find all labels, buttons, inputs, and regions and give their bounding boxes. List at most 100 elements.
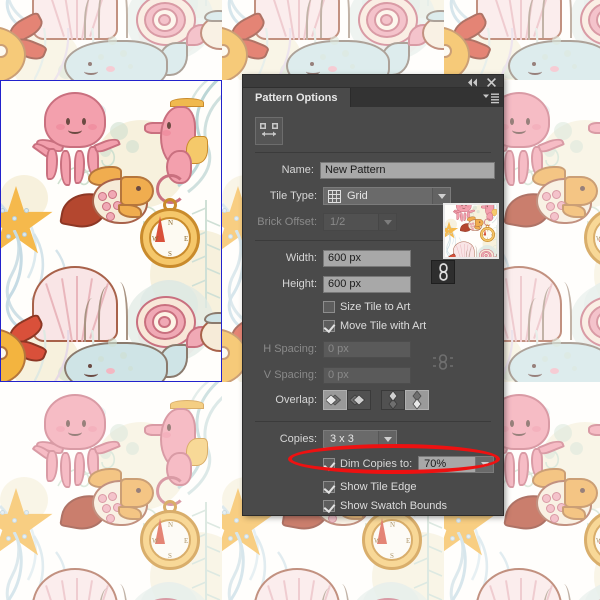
small-fish-fin — [204, 10, 222, 22]
octopus-cheek — [88, 426, 97, 432]
goldfish-eye — [136, 488, 141, 493]
copies-value: 3 x 3 — [330, 433, 354, 445]
compass: NESW — [480, 224, 497, 245]
dim-copies-input[interactable]: 70% — [418, 455, 477, 473]
close-icon[interactable] — [484, 76, 498, 89]
overlap-right-in-front-icon[interactable] — [347, 390, 371, 410]
goldfish-scale — [106, 514, 115, 523]
collapse-double-left-icon[interactable] — [465, 76, 479, 89]
row-dim-copies[interactable]: Dim Copies to: 70% — [243, 454, 503, 474]
octopus-eye — [82, 118, 86, 125]
compass: NESW — [584, 510, 600, 580]
row-width: Width: 600 px — [243, 247, 419, 269]
starfish-dot — [234, 518, 239, 523]
width-input[interactable]: 600 px — [323, 249, 411, 267]
bubble — [128, 64, 133, 69]
whale-smile — [306, 68, 320, 75]
whale-spout — [320, 0, 336, 38]
bubble — [120, 50, 127, 57]
dim-copies-checkbox[interactable] — [323, 458, 335, 470]
whale-body — [64, 342, 168, 382]
whale-spout — [84, 0, 98, 40]
v-spacing-label: V Spacing: — [263, 369, 317, 381]
brick-offset-select: 1/2 — [323, 213, 397, 231]
whale-body — [508, 342, 600, 382]
copies-select[interactable]: 3 x 3 — [323, 430, 397, 448]
row-h-spacing: H Spacing: 0 px — [243, 338, 419, 360]
whale-body — [64, 40, 168, 80]
width-label: Width: — [285, 252, 317, 264]
submarine — [222, 10, 288, 80]
row-show-tile-edge[interactable]: Show Tile Edge — [243, 477, 503, 496]
show-tile-edge-checkbox[interactable] — [323, 480, 335, 493]
goldfish-scale — [98, 494, 107, 503]
row-name: Name: New Pattern — [243, 159, 503, 181]
tab-pattern-options[interactable]: Pattern Options — [243, 88, 351, 107]
bubble — [108, 338, 117, 347]
octopus-eye — [66, 420, 70, 427]
spiral-ring — [484, 254, 488, 257]
copies-label: Copies: — [279, 433, 317, 445]
overlap-bottom-in-front-icon[interactable] — [405, 390, 429, 410]
show-swatch-bounds-checkbox[interactable] — [323, 499, 335, 512]
name-input[interactable]: New Pattern — [319, 161, 495, 179]
compass: NESW — [140, 500, 206, 580]
row-v-spacing: V Spacing: 0 px — [243, 364, 419, 386]
goldfish-eye — [580, 186, 585, 191]
move-tile-with-art-checkbox[interactable] — [323, 319, 335, 332]
shell-rib — [520, 578, 522, 600]
compass-letter-n: N — [390, 521, 396, 529]
chain-link-icon[interactable] — [431, 260, 455, 284]
bubble — [320, 54, 326, 60]
whale-body — [286, 40, 390, 80]
row-overlap: Overlap: — [243, 388, 503, 412]
row-show-swatch-bounds[interactable]: Show Swatch Bounds — [243, 496, 503, 515]
bubble — [542, 54, 548, 60]
seahorse-snout — [588, 122, 600, 134]
panel-menu-icon[interactable] — [482, 91, 500, 106]
small-fish-fin — [426, 10, 444, 22]
height-input[interactable]: 600 px — [323, 275, 411, 293]
h-spacing-label: H Spacing: — [263, 343, 317, 355]
compass-letter-e: E — [184, 235, 189, 243]
overlap-top-in-front-icon[interactable] — [381, 390, 405, 410]
compass-letter-s: S — [390, 552, 394, 560]
panel-tab-strip[interactable]: Pattern Options — [243, 88, 503, 107]
whale-cheek — [106, 368, 115, 374]
seahorse-cheek — [162, 130, 171, 136]
octopus-cheek — [56, 426, 65, 432]
whale-cheek — [106, 66, 115, 72]
seahorse-cheek — [485, 207, 488, 209]
compass-letter-e: E — [184, 537, 189, 545]
bubble — [564, 50, 571, 57]
whale-eye — [532, 364, 536, 368]
goldfish-scale — [98, 192, 107, 201]
chevron-down-icon[interactable] — [378, 431, 396, 447]
small-fish — [186, 312, 222, 362]
starfish-dot — [222, 510, 227, 515]
whale-eye — [532, 62, 536, 66]
whale-spout — [542, 0, 558, 38]
dim-copies-chevron-down-icon[interactable] — [476, 455, 495, 473]
octopus-smile — [68, 126, 82, 134]
overlap-left-in-front-icon[interactable] — [323, 390, 347, 410]
octopus-eye — [510, 118, 514, 125]
overlap-horizontal-group[interactable] — [323, 390, 371, 410]
pattern-tile: NESW — [444, 0, 600, 80]
starfish-dot — [24, 510, 29, 515]
whale-spout — [528, 298, 542, 342]
tile-type-select[interactable]: Grid — [323, 187, 451, 205]
row-move-tile-with-art[interactable]: Move Tile with Art — [243, 316, 503, 335]
tile-edge-tool-icon[interactable] — [255, 117, 283, 145]
goldfish-scale — [542, 192, 551, 201]
compass-letter-w: W — [483, 233, 485, 236]
row-size-tile-to-art[interactable]: Size Tile to Art — [243, 297, 503, 316]
overlap-vertical-group[interactable] — [381, 390, 429, 410]
size-tile-to-art-checkbox[interactable] — [323, 300, 335, 313]
pattern-options-panel[interactable]: Pattern Options Name: New Pattern Tile T… — [243, 75, 503, 515]
row-copies: Copies: 3 x 3 — [243, 428, 503, 450]
spiral-ring — [380, 14, 393, 26]
chevron-down-icon[interactable] — [432, 188, 450, 204]
whale — [64, 282, 204, 382]
shell-rib — [76, 578, 78, 600]
